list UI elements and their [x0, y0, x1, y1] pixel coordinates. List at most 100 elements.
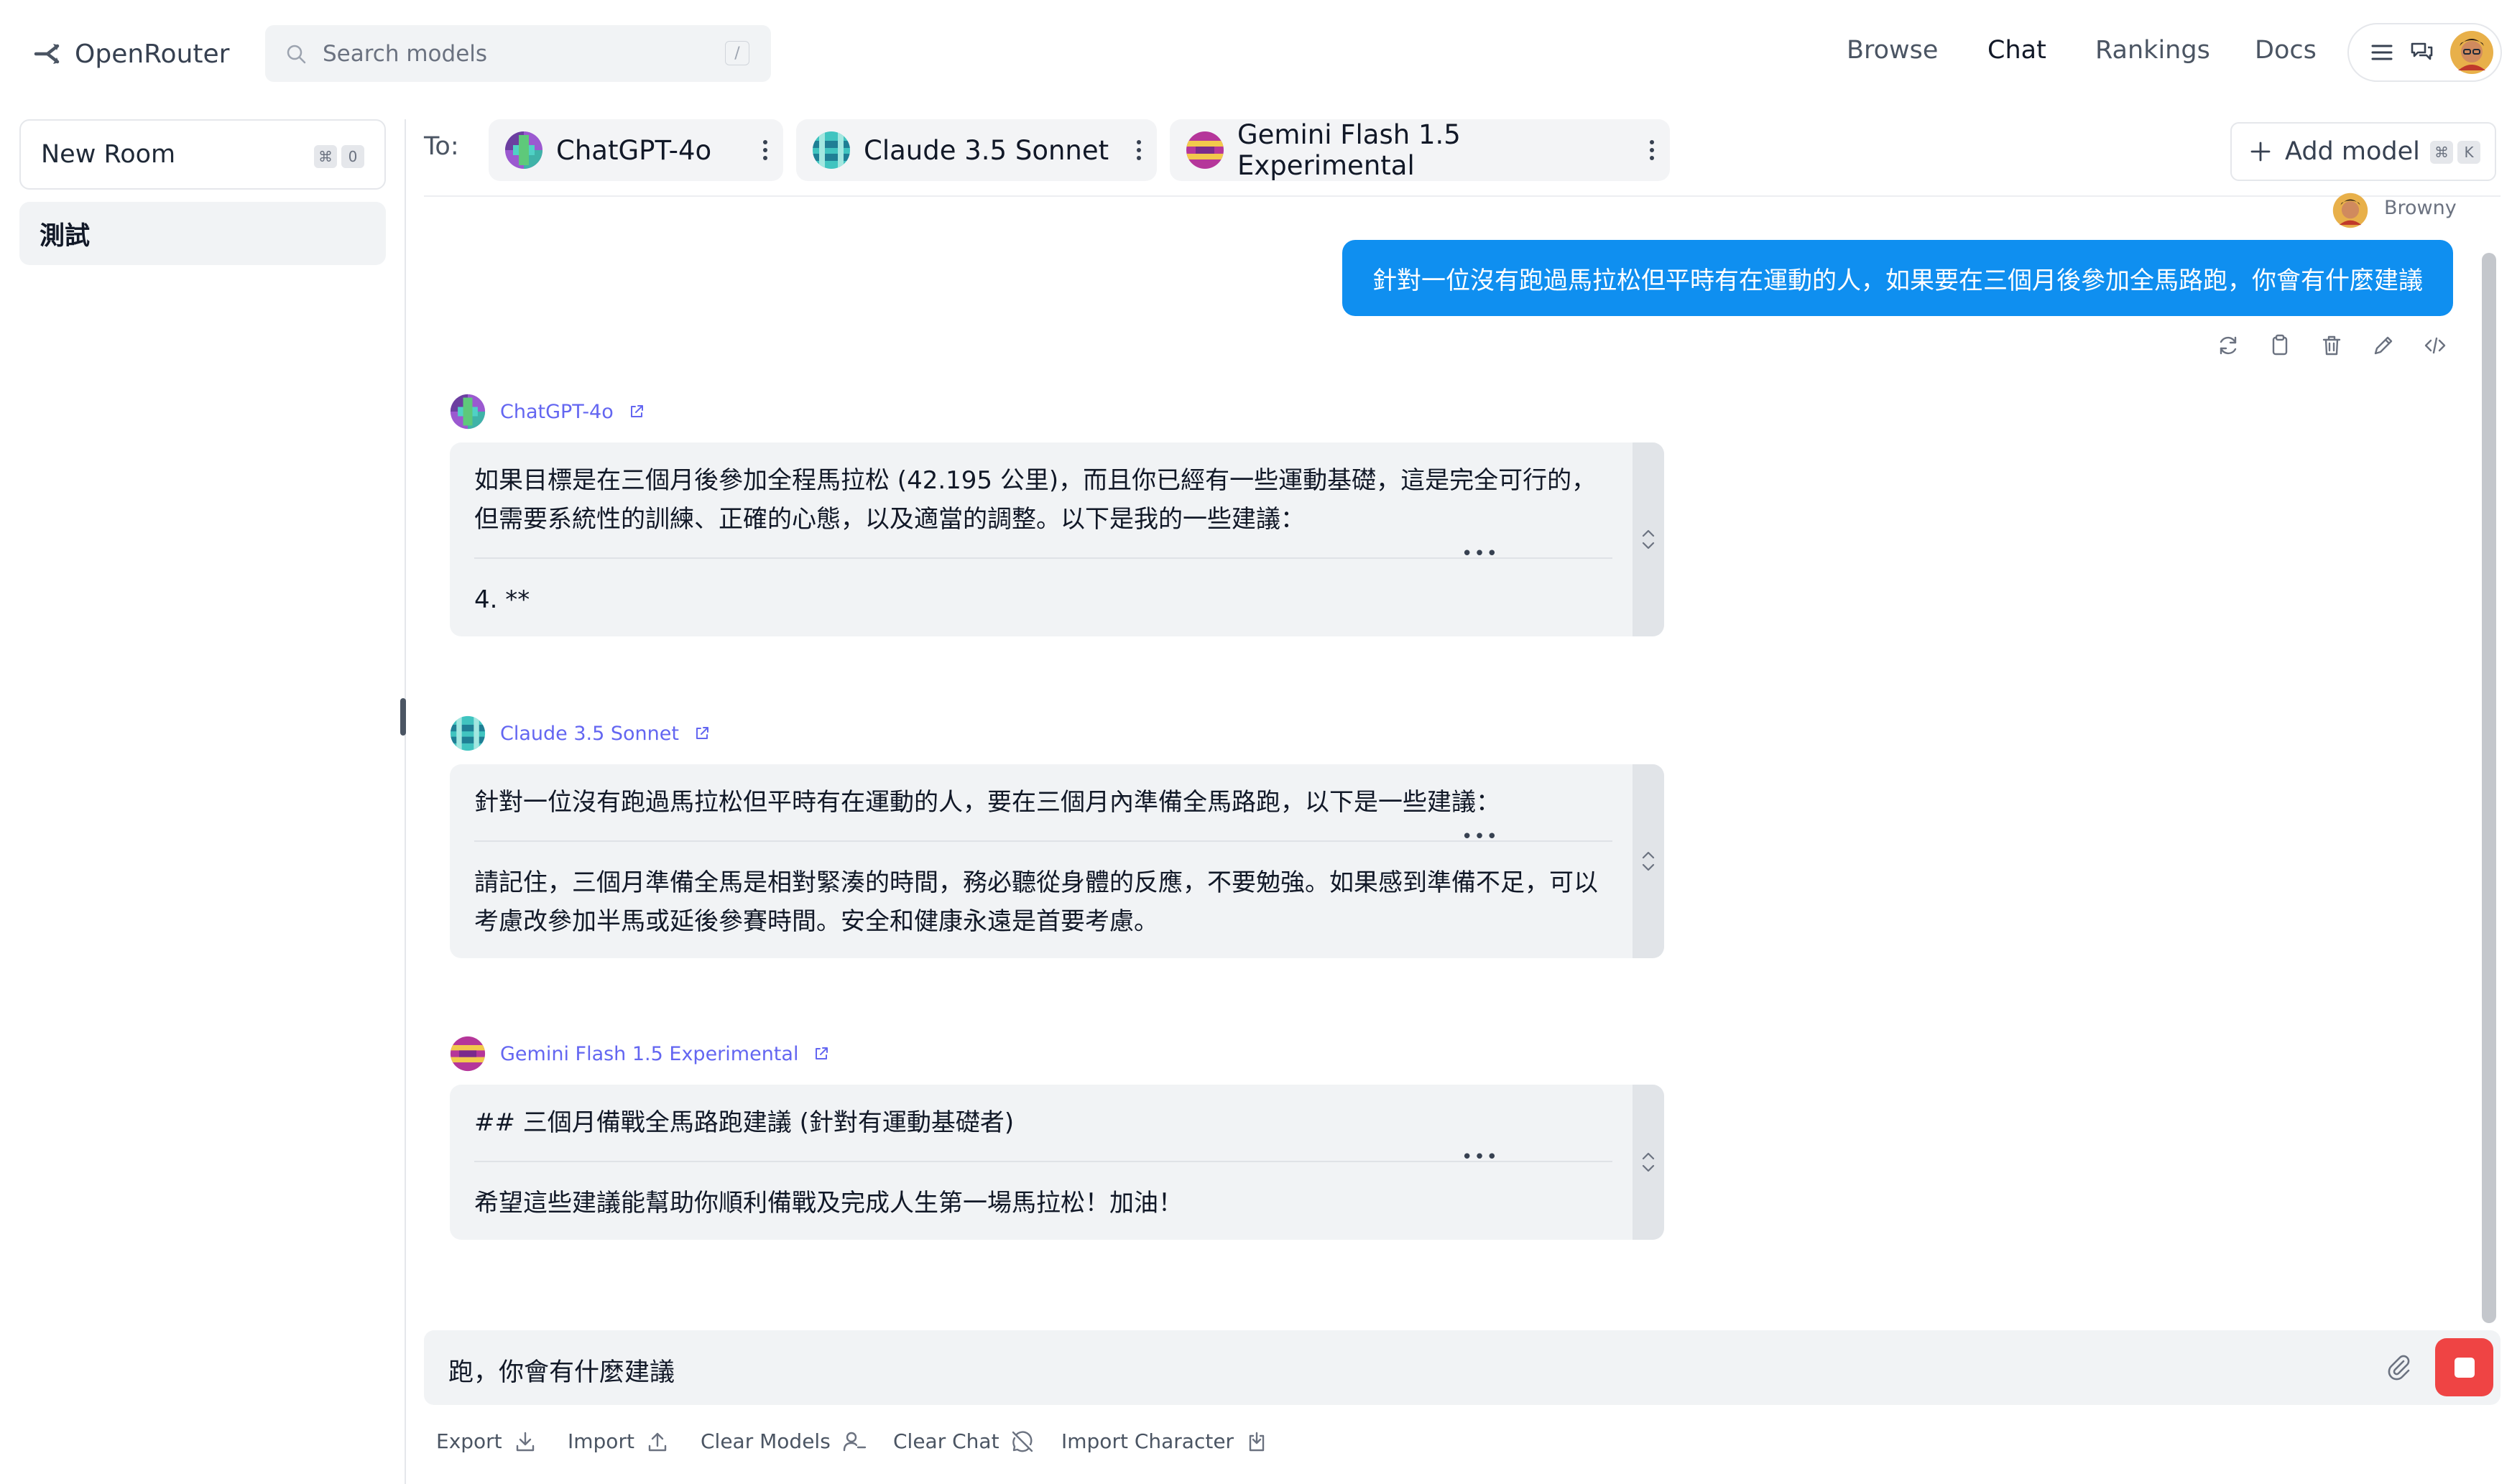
add-model-label: Add model [2285, 137, 2420, 166]
model-chip-label: Claude 3.5 Sonnet [864, 134, 1109, 166]
chat-bubbles-icon[interactable] [2409, 41, 2434, 64]
response-text-bottom: 4. ** [474, 585, 530, 614]
collapsed-divider [474, 1161, 1612, 1162]
model-chip-chatgpt[interactable]: ChatGPT-4o [489, 119, 783, 181]
import-character-button[interactable]: Import Character [1061, 1429, 1268, 1453]
to-label: To: [424, 132, 459, 161]
response-text-top: ## 三個月備戰全馬路跑建議 (針對有運動基礎者) [474, 1108, 1015, 1137]
ellipsis-icon[interactable]: ••• [1462, 1146, 1499, 1168]
response-header-claude[interactable]: Claude 3.5 Sonnet [450, 715, 711, 751]
response-model-link[interactable]: Claude 3.5 Sonnet [500, 723, 679, 745]
response-header-chatgpt[interactable]: ChatGPT-4o [450, 394, 645, 430]
export-button[interactable]: Export [436, 1429, 537, 1453]
chatgpt-avatar-icon [504, 131, 543, 170]
sidebar-divider [405, 119, 406, 1484]
message-input-value[interactable]: 跑，你會有什麼建議 [448, 1352, 675, 1388]
download-icon [514, 1430, 537, 1453]
menu-icon[interactable] [2370, 42, 2393, 62]
model-chip-gemini[interactable]: Gemini Flash 1.5 Experimental [1170, 119, 1670, 181]
openrouter-logo-icon [33, 42, 62, 66]
model-chip-claude[interactable]: Claude 3.5 Sonnet [796, 119, 1157, 181]
chat-scrollbar[interactable] [2482, 253, 2496, 1323]
search-shortcut-key: / [725, 41, 749, 65]
response-card-chatgpt: 如果目標是在三個月後參加全程馬拉松 (42.195 公里)，而且你已經有一些運動… [450, 442, 1664, 636]
delete-icon[interactable] [2319, 333, 2344, 358]
export-label: Export [436, 1429, 502, 1453]
command-key: ⌘ [2430, 141, 2453, 164]
model-chip-label: Gemini Flash 1.5 Experimental [1237, 119, 1461, 181]
user-minus-icon [842, 1430, 867, 1453]
more-options-icon[interactable] [1135, 138, 1142, 162]
ellipsis-icon[interactable]: ••• [1462, 826, 1499, 848]
response-card-claude: 針對一位沒有跑過馬拉松但平時有在運動的人，要在三個月內準備全馬路跑，以下是一些建… [450, 764, 1664, 958]
plus-icon [2249, 140, 2272, 163]
ellipsis-icon[interactable]: ••• [1462, 543, 1499, 565]
user-avatar[interactable] [2449, 30, 2494, 75]
chevron-up-down-icon [1640, 1150, 1656, 1174]
claude-avatar-icon [812, 131, 851, 170]
sidebar-resize-handle[interactable] [400, 698, 406, 736]
top-header: OpenRouter Search models / Browse Chat R… [0, 0, 2512, 108]
stop-icon [2454, 1357, 2475, 1378]
response-text-bottom: 請記住，三個月準備全馬是相對緊湊的時間，務必聽從身體的反應，不要勉強。如果感到準… [474, 868, 1598, 936]
external-link-icon[interactable] [628, 403, 645, 420]
edit-icon[interactable] [2371, 333, 2396, 358]
claude-avatar-icon [450, 715, 486, 751]
logo-text: OpenRouter [75, 39, 230, 69]
nav-docs[interactable]: Docs [2255, 36, 2317, 65]
user-message-author: Browny [2384, 197, 2457, 219]
search-icon [285, 43, 307, 65]
clear-models-label: Clear Models [701, 1429, 831, 1453]
clear-chat-button[interactable]: Clear Chat [893, 1429, 1034, 1453]
search-models-input[interactable]: Search models / [265, 25, 771, 82]
import-label: Import [568, 1429, 634, 1453]
copy-icon[interactable] [2268, 333, 2292, 358]
chatgpt-avatar-icon [450, 394, 486, 430]
import-button[interactable]: Import [568, 1429, 669, 1453]
nav-rankings[interactable]: Rankings [2095, 36, 2210, 65]
stop-generation-button[interactable] [2435, 1338, 2493, 1396]
response-model-link[interactable]: ChatGPT-4o [500, 401, 614, 423]
paperclip-icon[interactable] [2384, 1352, 2413, 1381]
user-menu[interactable] [2347, 23, 2502, 82]
clear-models-button[interactable]: Clear Models [701, 1429, 867, 1453]
clear-chat-label: Clear Chat [893, 1429, 999, 1453]
new-room-button[interactable]: New Room ⌘ 0 [19, 119, 386, 190]
response-header-gemini[interactable]: Gemini Flash 1.5 Experimental [450, 1036, 830, 1072]
expand-collapse-bar[interactable] [1633, 1085, 1664, 1240]
zero-key: 0 [341, 145, 364, 168]
gemini-avatar-icon [1186, 131, 1224, 170]
openrouter-logo[interactable]: OpenRouter [33, 33, 229, 75]
user-message-text: 針對一位沒有跑過馬拉松但平時有在運動的人，如果要在三個月後參加全馬路跑，你會有什… [1372, 266, 2423, 295]
user-message-bubble: 針對一位沒有跑過馬拉松但平時有在運動的人，如果要在三個月後參加全馬路跑，你會有什… [1342, 240, 2453, 316]
nav-chat[interactable]: Chat [1987, 36, 2046, 65]
external-link-icon[interactable] [693, 725, 711, 742]
nav-browse[interactable]: Browse [1847, 36, 1938, 65]
add-model-button[interactable]: Add model ⌘ K [2230, 122, 2496, 181]
chat-top-divider [424, 195, 2501, 197]
response-text-top: 如果目標是在三個月後參加全程馬拉松 (42.195 公里)，而且你已經有一些運動… [474, 466, 1597, 534]
k-key: K [2457, 141, 2480, 164]
expand-collapse-bar[interactable] [1633, 764, 1664, 958]
code-view-icon[interactable] [2423, 333, 2447, 358]
model-chip-label: ChatGPT-4o [556, 134, 712, 166]
chevron-up-down-icon [1640, 527, 1656, 552]
response-model-link[interactable]: Gemini Flash 1.5 Experimental [500, 1043, 798, 1065]
regenerate-icon[interactable] [2216, 333, 2240, 358]
message-input[interactable] [424, 1330, 2501, 1405]
room-item[interactable]: 測試 [19, 202, 386, 265]
user-message-avatar [2332, 193, 2368, 228]
chat-off-icon [1011, 1430, 1034, 1453]
expand-collapse-bar[interactable] [1633, 442, 1664, 636]
search-placeholder: Search models [323, 40, 488, 67]
command-key: ⌘ [314, 145, 337, 168]
add-model-shortcut: ⌘ K [2430, 141, 2480, 164]
gemini-avatar-icon [450, 1036, 486, 1072]
external-link-icon[interactable] [813, 1045, 830, 1062]
more-options-icon[interactable] [1648, 138, 1656, 162]
collapsed-divider [474, 840, 1612, 842]
new-room-label: New Room [41, 140, 176, 169]
chevron-up-down-icon [1640, 849, 1656, 873]
more-options-icon[interactable] [762, 138, 769, 162]
response-text-bottom: 希望這些建議能幫助你順利備戰及完成人生第一場馬拉松！加油！ [474, 1189, 1183, 1218]
